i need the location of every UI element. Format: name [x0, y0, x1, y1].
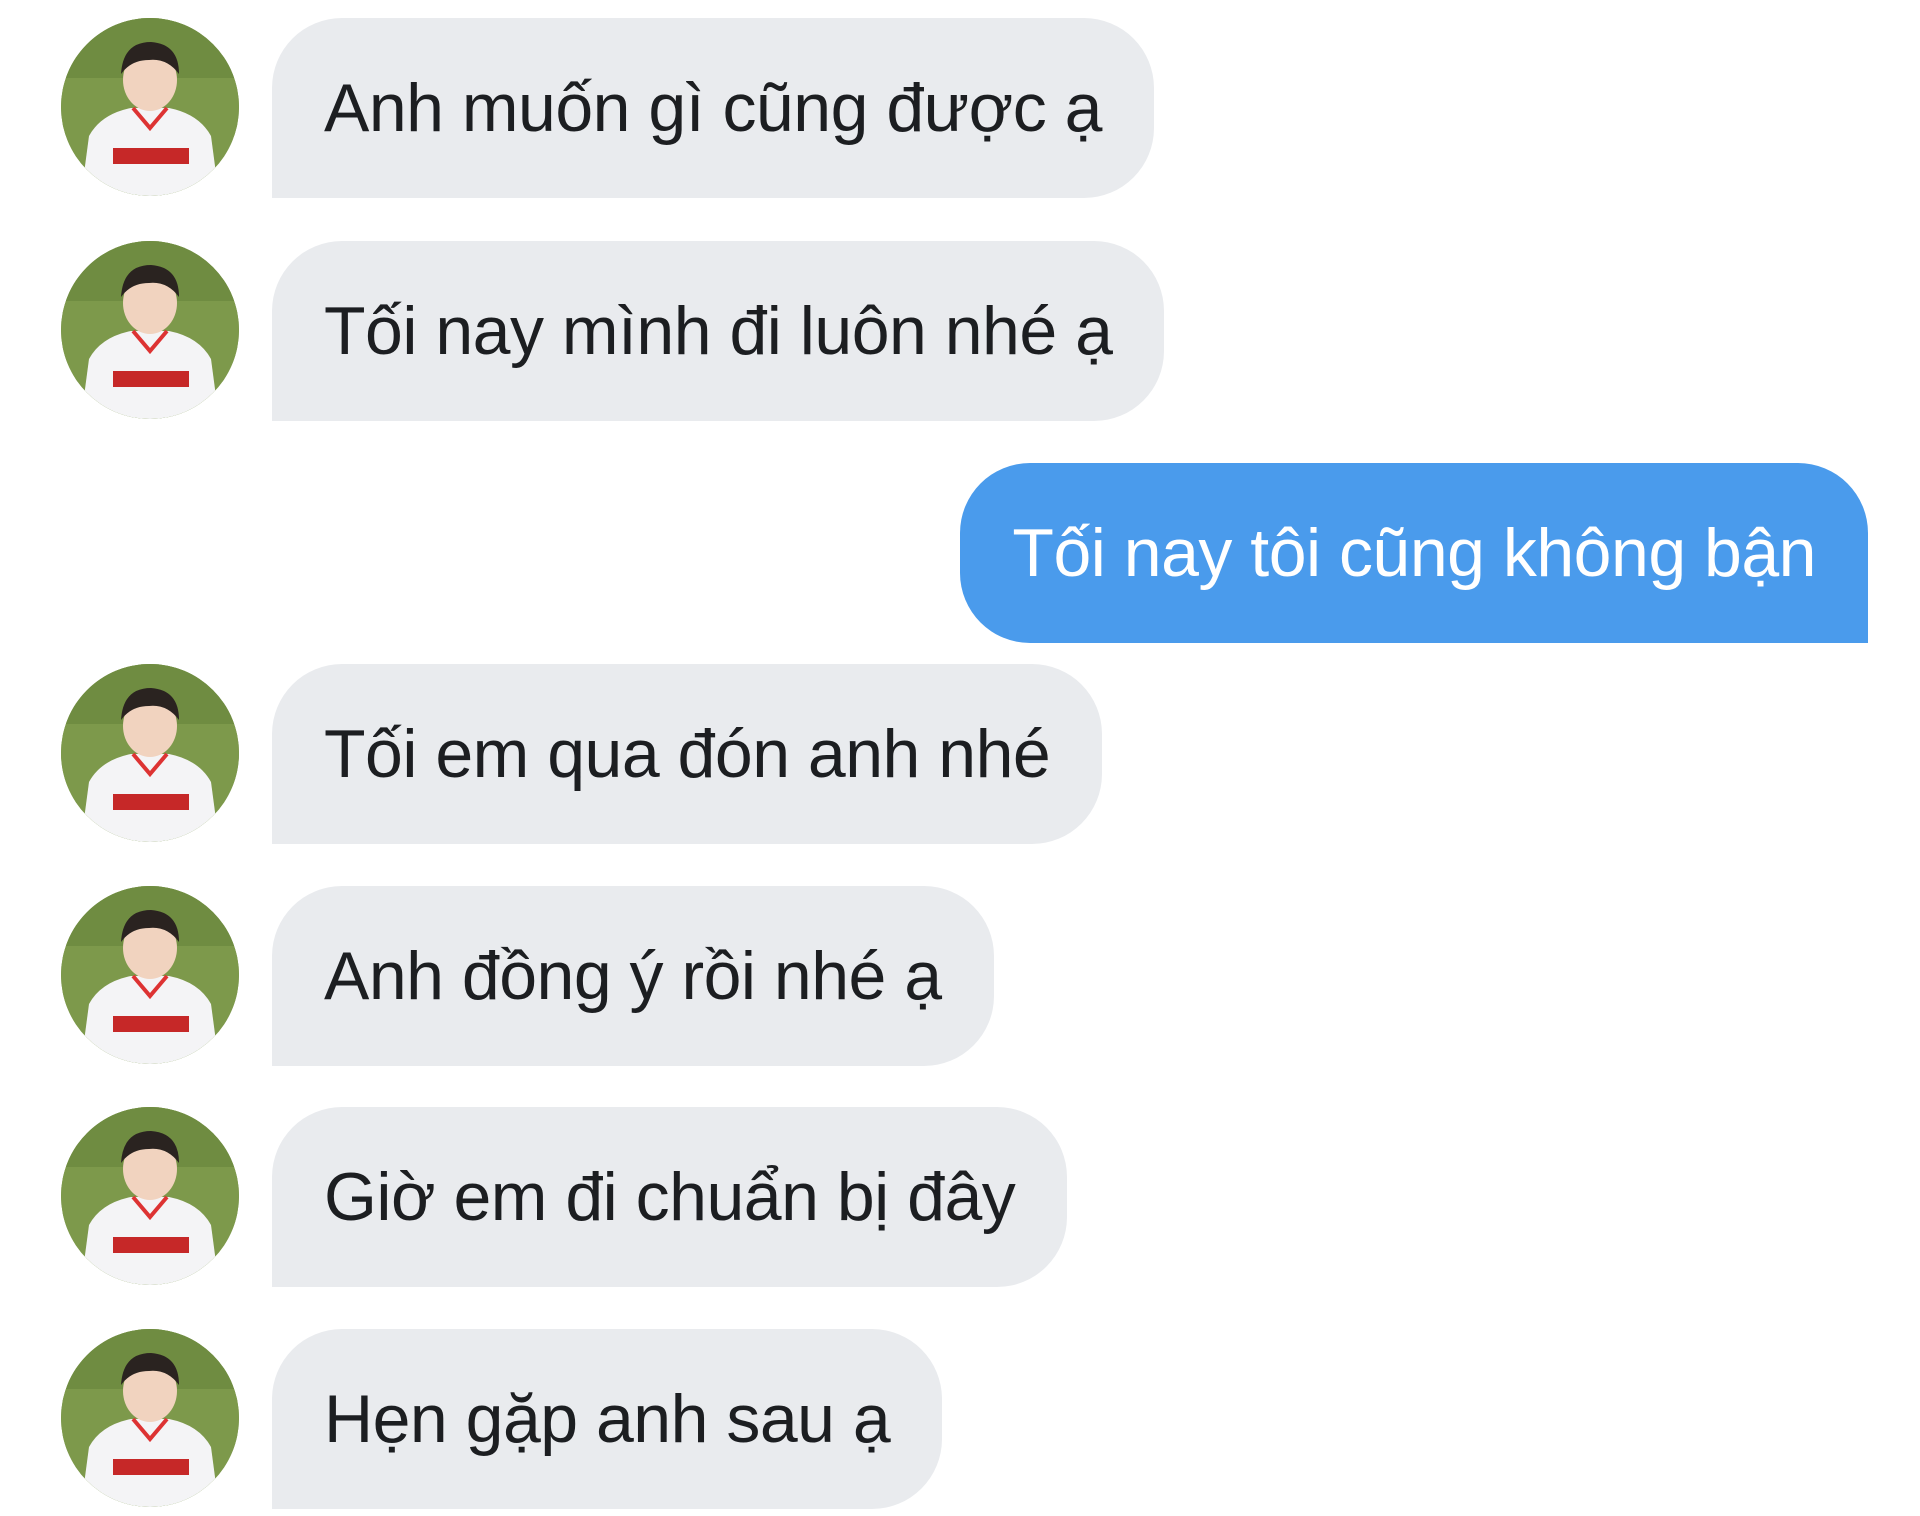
message-row: Hẹn gặp anh sau ạ — [0, 1329, 1920, 1509]
incoming-message-bubble[interactable]: Tối em qua đón anh nhé — [272, 664, 1103, 844]
sender-avatar[interactable] — [61, 1329, 239, 1507]
message-row: Tối em qua đón anh nhé — [0, 664, 1920, 844]
message-row: Tối nay tôi cũng không bận — [0, 463, 1920, 643]
avatar-photo-icon — [61, 1107, 239, 1285]
chat-thread: Anh muốn gì cũng được ạ Tối nay mình đi … — [0, 0, 1920, 1516]
sender-avatar[interactable] — [61, 664, 239, 842]
sender-avatar[interactable] — [61, 1107, 239, 1285]
message-row: Anh muốn gì cũng được ạ — [0, 18, 1920, 198]
avatar-photo-icon — [61, 1329, 239, 1507]
incoming-message-bubble[interactable]: Tối nay mình đi luôn nhé ạ — [272, 241, 1165, 421]
message-row: Tối nay mình đi luôn nhé ạ — [0, 241, 1920, 421]
message-row: Anh đồng ý rồi nhé ạ — [0, 886, 1920, 1066]
sender-avatar[interactable] — [61, 241, 239, 419]
avatar-photo-icon — [61, 241, 239, 419]
outgoing-message-bubble[interactable]: Tối nay tôi cũng không bận — [960, 463, 1868, 643]
message-row: Giờ em đi chuẩn bị đây — [0, 1107, 1920, 1287]
avatar-photo-icon — [61, 664, 239, 842]
incoming-message-bubble[interactable]: Giờ em đi chuẩn bị đây — [272, 1107, 1068, 1287]
avatar-photo-icon — [61, 886, 239, 1064]
incoming-message-bubble[interactable]: Hẹn gặp anh sau ạ — [272, 1329, 943, 1509]
avatar-photo-icon — [61, 18, 239, 196]
incoming-message-bubble[interactable]: Anh muốn gì cũng được ạ — [272, 18, 1154, 198]
sender-avatar[interactable] — [61, 18, 239, 196]
incoming-message-bubble[interactable]: Anh đồng ý rồi nhé ạ — [272, 886, 994, 1066]
sender-avatar[interactable] — [61, 886, 239, 1064]
